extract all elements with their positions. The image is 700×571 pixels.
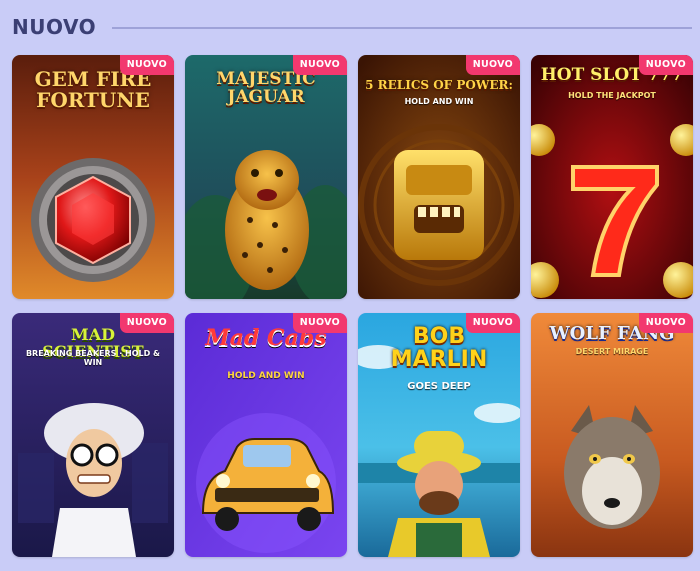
game-title: GEM FIRE FORTUNE — [34, 67, 152, 112]
game-subtitle: DESERT MIRAGE — [575, 347, 649, 356]
game-card-wolf-fang[interactable]: WOLF FANG DESERT MIRAGE NUOVO — [531, 313, 693, 557]
game-subtitle: BREAKING BEAKERS · HOLD & WIN — [25, 349, 161, 367]
section-header: NUOVO — [12, 12, 692, 42]
game-card-bob-marlin[interactable]: BOB MARLIN GOES DEEP NUOVO — [358, 313, 520, 557]
new-badge: NUOVO — [119, 313, 174, 333]
new-badge: NUOVO — [465, 313, 520, 333]
game-card-gem-fire-fortune[interactable]: GEM FIRE FORTUNE NUOVO — [12, 55, 174, 299]
game-card-mad-scientist[interactable]: MAD SCIENTIST BREAKING BEAKERS · HOLD & … — [12, 313, 174, 557]
new-badge: NUOVO — [119, 55, 174, 75]
game-title: 5 RELICS OF POWER: — [365, 78, 513, 92]
game-card-5-relics-of-power[interactable]: 5 RELICS OF POWER: HOLD AND WIN NUOVO — [358, 55, 520, 299]
game-subtitle: HOLD AND WIN — [404, 97, 474, 106]
new-badge: NUOVO — [638, 55, 693, 75]
new-badge: NUOVO — [465, 55, 520, 75]
game-subtitle: GOES DEEP — [407, 381, 471, 392]
game-subtitle: HOLD THE JACKPOT — [568, 91, 656, 100]
game-title: MAJESTIC JAGUAR — [216, 69, 316, 107]
section-title: NUOVO — [12, 15, 97, 39]
new-badge: NUOVO — [292, 313, 347, 333]
game-card-majestic-jaguar[interactable]: MAJESTIC JAGUAR NUOVO — [185, 55, 347, 299]
section-divider — [112, 27, 692, 29]
game-card-mad-cabs[interactable]: Mad Cabs HOLD AND WIN NUOVO — [185, 313, 347, 557]
game-subtitle: HOLD AND WIN — [227, 371, 305, 381]
new-badge: NUOVO — [292, 55, 347, 75]
game-grid: GEM FIRE FORTUNE NUOVO MAJESTIC JAGUAR N… — [12, 55, 693, 557]
game-card-hot-slot[interactable]: HOT SLOT 777 HOLD THE JACKPOT NUOVO — [531, 55, 693, 299]
new-badge: NUOVO — [638, 313, 693, 333]
